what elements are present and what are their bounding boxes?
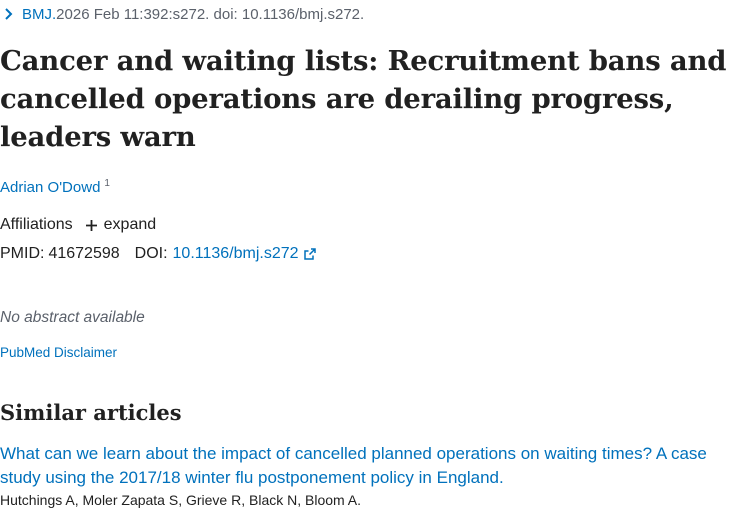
doi-link[interactable]: 10.1136/bmj.s272 [173, 245, 316, 263]
authors-list: Adrian O'Dowd 1 [0, 178, 110, 196]
external-link-icon [303, 248, 316, 260]
plus-icon [85, 219, 98, 232]
expand-label: expand [103, 216, 157, 233]
affiliations-label: Affiliations [0, 216, 73, 233]
similar-articles-heading: Similar articles [0, 400, 182, 425]
no-abstract-note: No abstract available [0, 309, 145, 326]
doi-label: DOI: [134, 245, 168, 262]
chevron-right-icon[interactable] [2, 7, 16, 21]
similar-article-link[interactable]: What can we learn about the impact of ca… [0, 442, 745, 490]
doi-value: 10.1136/bmj.s272 [172, 245, 299, 262]
journal-name[interactable]: BMJ. [22, 6, 56, 23]
affiliations-row: Affiliations expand [0, 216, 156, 234]
author-link[interactable]: Adrian O'Dowd [0, 179, 100, 196]
citation-details: 2026 Feb 11:392:s272. doi: 10.1136/bmj.s… [56, 5, 365, 23]
pmid-label: PMID: [0, 245, 45, 262]
article-title: Cancer and waiting lists: Recruitment ba… [0, 45, 727, 153]
identifiers-row: PMID: 41672598 DOI: 10.1136/bmj.s272 [0, 245, 316, 263]
author-affiliation-number[interactable]: 1 [104, 178, 110, 189]
pmid-value: 41672598 [48, 245, 120, 262]
citation-line: BMJ. 2026 Feb 11:392:s272. doi: 10.1136/… [0, 4, 364, 24]
expand-affiliations-button[interactable]: expand [85, 216, 157, 234]
similar-article-authors: Hutchings A, Moler Zapata S, Grieve R, B… [0, 492, 362, 508]
pubmed-disclaimer-link[interactable]: PubMed Disclaimer [0, 345, 117, 360]
